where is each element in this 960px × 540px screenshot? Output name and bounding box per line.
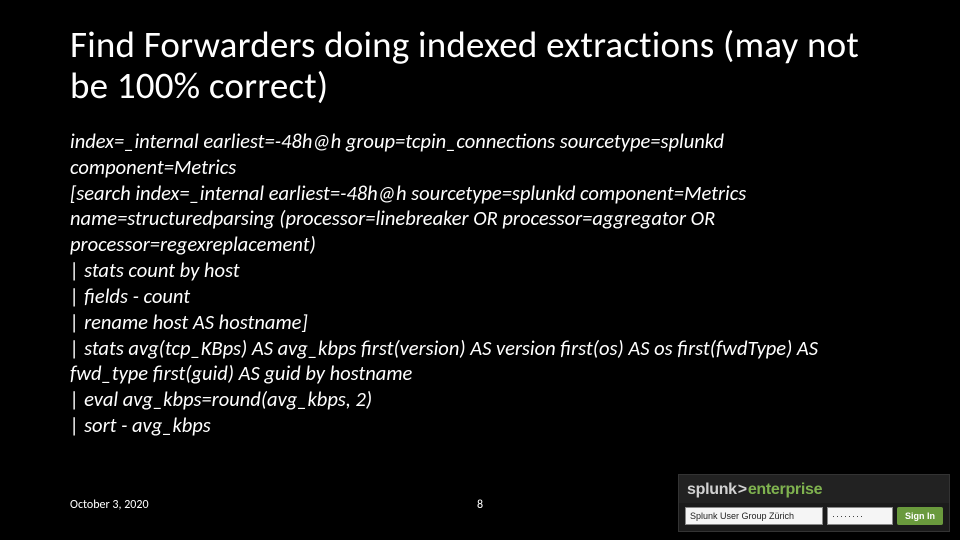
splunk-logo-enterprise: enterprise xyxy=(748,481,822,498)
chevron-right-icon: > xyxy=(737,481,748,498)
query-line: | stats count by host xyxy=(70,258,890,284)
splunk-login-panel: splunk>enterprise Splunk User Group Züri… xyxy=(678,474,950,532)
footer-page-number: 8 xyxy=(477,498,483,512)
query-line: | rename host AS hostname] xyxy=(70,310,890,336)
username-field[interactable]: Splunk User Group Zürich xyxy=(685,507,823,525)
query-line: | fields - count xyxy=(70,284,890,310)
footer-date: October 3, 2020 xyxy=(70,498,149,512)
query-line: | stats avg(tcp_KBps) AS avg_kbps first(… xyxy=(70,336,890,388)
query-line: | eval avg_kbps=round(avg_kbps, 2) xyxy=(70,387,890,413)
splunk-logo: splunk>enterprise xyxy=(687,481,822,498)
splunk-login-bar: Splunk User Group Zürich ········ Sign I… xyxy=(679,503,949,531)
query-line: [search index=_internal earliest=-48h@h … xyxy=(70,181,890,258)
slide-title: Find Forwarders doing indexed extraction… xyxy=(70,24,890,107)
query-block: index=_internal earliest=-48h@h group=tc… xyxy=(70,129,890,439)
splunk-logo-row: splunk>enterprise xyxy=(679,475,949,503)
query-line: | sort - avg_kbps xyxy=(70,413,890,439)
query-line: index=_internal earliest=-48h@h group=tc… xyxy=(70,129,890,181)
sign-in-button[interactable]: Sign In xyxy=(897,507,943,525)
password-field[interactable]: ········ xyxy=(827,507,893,525)
splunk-logo-text: splunk xyxy=(687,481,737,498)
slide: Find Forwarders doing indexed extraction… xyxy=(0,0,960,540)
